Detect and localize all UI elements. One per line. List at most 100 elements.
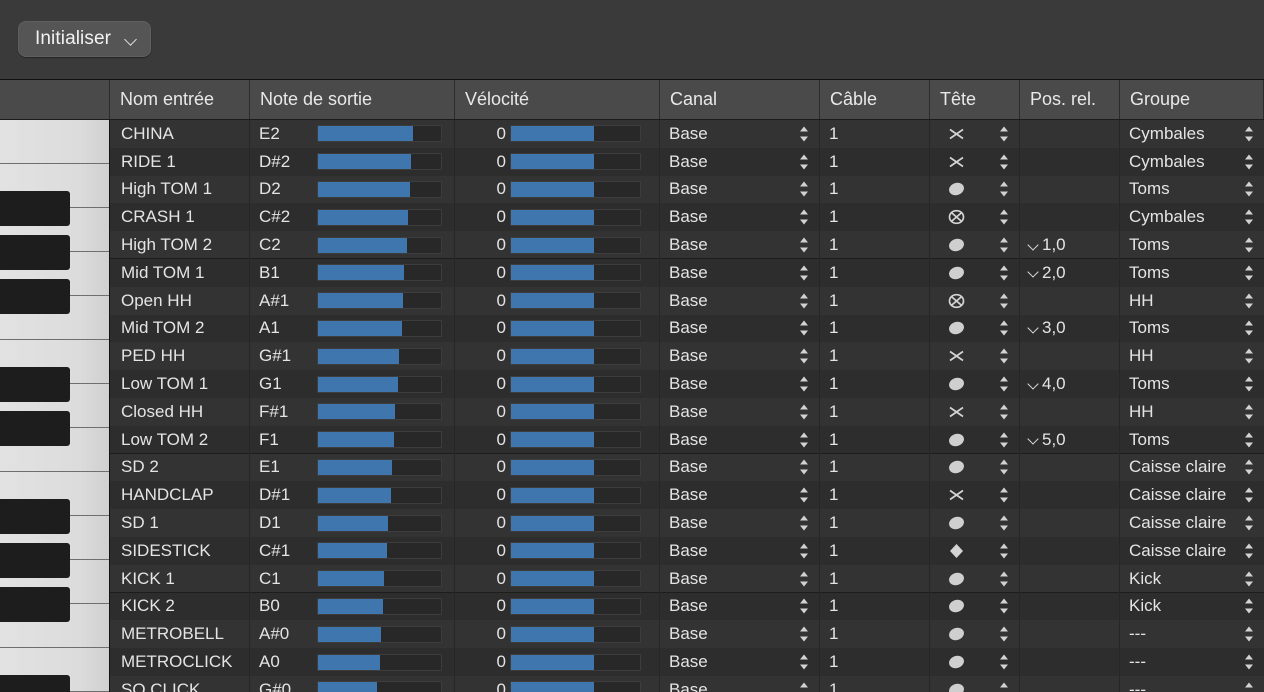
output-note-slider[interactable]: [317, 237, 442, 254]
output-note-cell[interactable]: F1: [250, 426, 455, 454]
stepper-icon[interactable]: [999, 626, 1010, 643]
relative-position-cell[interactable]: [1020, 509, 1120, 537]
output-note-slider[interactable]: [317, 570, 442, 587]
cable-cell[interactable]: 1: [820, 454, 930, 482]
notehead-cell[interactable]: [930, 454, 1020, 482]
velocity-slider[interactable]: [510, 654, 641, 671]
channel-cell[interactable]: Base: [660, 342, 820, 370]
output-note-cell[interactable]: G#1: [250, 342, 455, 370]
cable-cell[interactable]: 1: [820, 676, 930, 692]
input-name-cell[interactable]: Mid TOM 2: [110, 315, 250, 343]
input-name-cell[interactable]: SD 1: [110, 509, 250, 537]
group-cell[interactable]: ---: [1120, 620, 1264, 648]
stepper-icon[interactable]: [799, 153, 810, 170]
velocity-slider[interactable]: [510, 292, 641, 309]
group-cell[interactable]: ---: [1120, 676, 1264, 692]
notehead-cell[interactable]: [930, 148, 1020, 176]
velocity-cell[interactable]: 0: [455, 481, 660, 509]
notehead-cell[interactable]: [930, 398, 1020, 426]
channel-cell[interactable]: Base: [660, 537, 820, 565]
column-header-name[interactable]: Nom entrée: [110, 80, 250, 119]
stepper-icon[interactable]: [999, 570, 1010, 587]
velocity-slider[interactable]: [510, 570, 641, 587]
stepper-icon[interactable]: [799, 320, 810, 337]
stepper-icon[interactable]: [1244, 264, 1255, 281]
output-note-slider[interactable]: [317, 487, 442, 504]
velocity-cell[interactable]: 0: [455, 398, 660, 426]
stepper-icon[interactable]: [799, 376, 810, 393]
table-row[interactable]: CHINAE20Base1Cymbales: [110, 120, 1264, 148]
velocity-cell[interactable]: 0: [455, 676, 660, 692]
relative-position-cell[interactable]: [1020, 676, 1120, 692]
input-name-cell[interactable]: RIDE 1: [110, 148, 250, 176]
stepper-icon[interactable]: [799, 348, 810, 365]
notehead-cell[interactable]: [930, 537, 1020, 565]
velocity-cell[interactable]: 0: [455, 342, 660, 370]
cable-cell[interactable]: 1: [820, 426, 930, 454]
stepper-icon[interactable]: [1244, 431, 1255, 448]
stepper-icon[interactable]: [999, 542, 1010, 559]
velocity-cell[interactable]: 0: [455, 509, 660, 537]
input-name-cell[interactable]: CHINA: [110, 120, 250, 148]
stepper-icon[interactable]: [999, 598, 1010, 615]
relative-position-cell[interactable]: [1020, 593, 1120, 621]
column-header-group[interactable]: Groupe: [1120, 80, 1264, 119]
stepper-icon[interactable]: [799, 487, 810, 504]
cable-cell[interactable]: 1: [820, 537, 930, 565]
table-row[interactable]: Low TOM 2F10Base15,0Toms: [110, 426, 1264, 454]
output-note-cell[interactable]: G#0: [250, 676, 455, 692]
input-name-cell[interactable]: KICK 2: [110, 593, 250, 621]
channel-cell[interactable]: Base: [660, 509, 820, 537]
table-row[interactable]: High TOM 2C20Base11,0Toms: [110, 231, 1264, 259]
notehead-cell[interactable]: [930, 509, 1020, 537]
output-note-cell[interactable]: C#1: [250, 537, 455, 565]
stepper-icon[interactable]: [999, 153, 1010, 170]
group-cell[interactable]: Caisse claire: [1120, 481, 1264, 509]
notehead-cell[interactable]: [930, 426, 1020, 454]
output-note-slider[interactable]: [317, 598, 442, 615]
cable-cell[interactable]: 1: [820, 481, 930, 509]
notehead-cell[interactable]: [930, 203, 1020, 231]
column-header-note[interactable]: Note de sortie: [250, 80, 455, 119]
group-cell[interactable]: HH: [1120, 342, 1264, 370]
stepper-icon[interactable]: [1244, 237, 1255, 254]
channel-cell[interactable]: Base: [660, 426, 820, 454]
group-cell[interactable]: ---: [1120, 648, 1264, 676]
piano-black-key[interactable]: [0, 235, 70, 269]
velocity-slider[interactable]: [510, 459, 641, 476]
input-name-cell[interactable]: HANDCLAP: [110, 481, 250, 509]
stepper-icon[interactable]: [799, 292, 810, 309]
piano-black-key[interactable]: [0, 191, 70, 225]
input-name-cell[interactable]: Closed HH: [110, 398, 250, 426]
group-cell[interactable]: Kick: [1120, 565, 1264, 593]
notehead-cell[interactable]: [930, 342, 1020, 370]
relative-position-cell[interactable]: 3,0: [1020, 315, 1120, 343]
channel-cell[interactable]: Base: [660, 398, 820, 426]
stepper-icon[interactable]: [999, 181, 1010, 198]
column-header-cable[interactable]: Câble: [820, 80, 930, 119]
table-row[interactable]: Mid TOM 1B10Base12,0Toms: [110, 259, 1264, 287]
cable-cell[interactable]: 1: [820, 593, 930, 621]
piano-black-key[interactable]: [0, 411, 70, 445]
stepper-icon[interactable]: [999, 376, 1010, 393]
table-row[interactable]: SIDESTICKC#10Base1Caisse claire: [110, 537, 1264, 565]
output-note-slider[interactable]: [317, 125, 442, 142]
output-note-cell[interactable]: E2: [250, 120, 455, 148]
input-name-cell[interactable]: Mid TOM 1: [110, 259, 250, 287]
stepper-icon[interactable]: [799, 459, 810, 476]
stepper-icon[interactable]: [1244, 209, 1255, 226]
output-note-cell[interactable]: C2: [250, 231, 455, 259]
velocity-slider[interactable]: [510, 264, 641, 281]
channel-cell[interactable]: Base: [660, 648, 820, 676]
table-row[interactable]: Closed HHF#10Base1HH: [110, 398, 1264, 426]
table-row[interactable]: KICK 1C10Base1Kick: [110, 565, 1264, 593]
table-row[interactable]: SD 2E10Base1Caisse claire: [110, 454, 1264, 482]
output-note-cell[interactable]: D#2: [250, 148, 455, 176]
cable-cell[interactable]: 1: [820, 315, 930, 343]
output-note-cell[interactable]: G1: [250, 370, 455, 398]
velocity-slider[interactable]: [510, 209, 641, 226]
notehead-cell[interactable]: [930, 593, 1020, 621]
table-row[interactable]: Open HHA#10Base1HH: [110, 287, 1264, 315]
stepper-icon[interactable]: [1244, 181, 1255, 198]
output-note-cell[interactable]: D#1: [250, 481, 455, 509]
